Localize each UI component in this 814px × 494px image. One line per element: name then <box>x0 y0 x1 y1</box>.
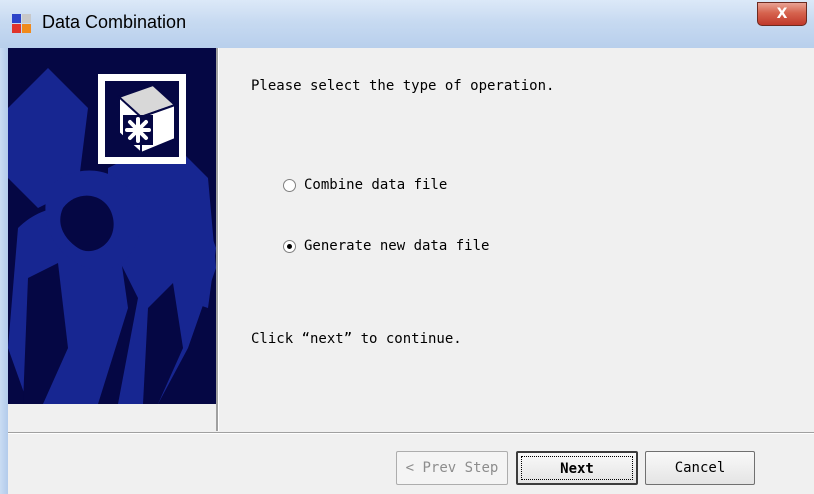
cancel-button[interactable]: Cancel <box>645 451 755 485</box>
window-frame-left <box>0 48 8 494</box>
vertical-divider <box>216 48 219 431</box>
wizard-logo <box>98 74 186 164</box>
app-icon <box>12 14 32 34</box>
horizontal-divider <box>8 432 814 434</box>
combine-radio[interactable] <box>283 179 296 192</box>
title-bar[interactable]: Data Combination X <box>0 0 814 49</box>
window-title: Data Combination <box>42 12 187 32</box>
combine-label[interactable]: Combine data file <box>304 177 447 193</box>
prev-step-button[interactable]: < Prev Step <box>396 451 508 485</box>
asterisk-box-icon <box>105 81 179 157</box>
wizard-sidebar-image <box>8 48 216 404</box>
instruction-text: Click “next” to continue. <box>251 331 462 347</box>
prompt-text: Please select the type of operation. <box>251 78 555 94</box>
generate-radio[interactable] <box>283 240 296 253</box>
next-button-label: Next <box>521 456 633 480</box>
dialog-client: Please select the type of operation. Com… <box>8 48 814 494</box>
dialog-window: Data Combination X Please select the typ… <box>0 0 814 494</box>
radio-selected-dot <box>287 244 292 249</box>
close-button[interactable]: X <box>757 2 807 26</box>
close-icon: X <box>776 6 788 22</box>
next-button[interactable]: Next <box>516 451 638 485</box>
generate-label[interactable]: Generate new data file <box>304 238 489 254</box>
